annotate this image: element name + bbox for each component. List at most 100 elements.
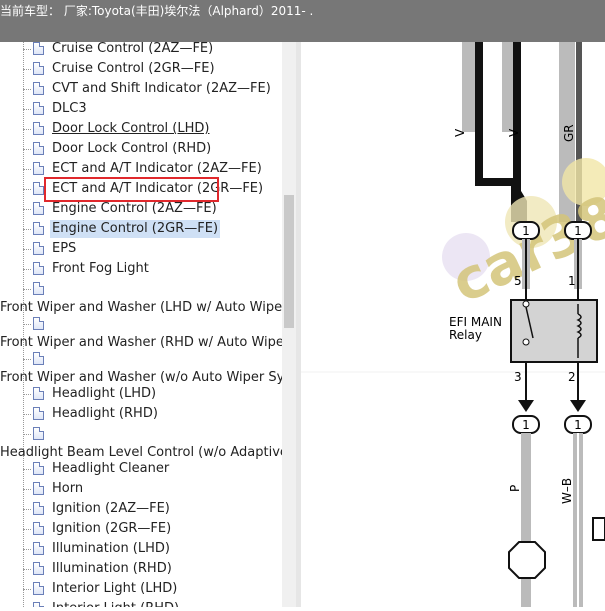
tree-item-label: Door Lock Control (LHD) [52, 121, 210, 136]
document-icon [33, 562, 44, 575]
tree-item-label: Door Lock Control (RHD) [52, 141, 212, 156]
tree-branch-line [23, 414, 31, 415]
document-icon [33, 102, 44, 115]
tree-branch-line [23, 489, 31, 490]
wire-label-bottom-left: P [508, 485, 522, 492]
tree-branch-line [23, 529, 31, 530]
tree-branch-line [23, 589, 31, 590]
tree-item-label: Engine Control (2AZ—FE) [52, 201, 217, 216]
tree-branch-line [23, 269, 31, 270]
tree-branch-line [23, 169, 31, 170]
tree-item-label: Illumination (LHD) [52, 541, 170, 556]
tree-item-label: Front Fog Light [52, 261, 149, 276]
document-icon [33, 317, 44, 330]
document-icon [33, 62, 44, 75]
document-icon [33, 387, 44, 400]
tree-branch-line [23, 249, 31, 250]
document-icon [33, 522, 44, 535]
tree-branch-line [23, 289, 31, 290]
svg-text:1: 1 [574, 224, 582, 238]
document-icon [33, 462, 44, 475]
wire-label-bottom-right: W–B [560, 478, 574, 504]
tree-branch-line [23, 89, 31, 90]
tree-branch-line [23, 229, 31, 230]
tree-item-label: Headlight (RHD) [52, 406, 158, 421]
tree-branch-line [23, 549, 31, 550]
document-icon [33, 542, 44, 555]
wire-label-top-left: V [453, 128, 467, 137]
tree-branch-line [23, 129, 31, 130]
pin-3: 3 [514, 370, 522, 384]
document-icon [33, 242, 44, 255]
tree-item-label: Horn [52, 481, 84, 496]
document-icon [33, 352, 44, 365]
tree-item-label: Ignition (2AZ—FE) [52, 501, 170, 516]
tree-item-label: Interior Light (LHD) [52, 581, 178, 596]
wiring-diagram: V V GR car38 1 1 5 1 EFI MAIN Relay 3 2 … [301, 42, 605, 607]
document-icon [33, 427, 44, 440]
tree-item-label: Headlight Cleaner [52, 461, 170, 476]
wire-p-segment [521, 433, 531, 607]
relay-name-line1: EFI MAIN [449, 315, 502, 329]
tree-branch-line [23, 109, 31, 110]
tree-item-label: Cruise Control (2GR—FE) [52, 61, 215, 76]
document-icon [33, 262, 44, 275]
tree-branch-line [23, 324, 31, 325]
document-icon [33, 502, 44, 515]
document-icon [33, 42, 44, 55]
circuit-tree[interactable]: Cruise Control (2AZ—FE) Cruise Control (2… [0, 42, 296, 607]
svg-text:1: 1 [522, 418, 530, 432]
tree-item-label: Headlight (LHD) [52, 386, 157, 401]
tree-branch-line [23, 569, 31, 570]
tree-item-label: Ignition (2GR—FE) [52, 521, 172, 536]
tree-branch-line [23, 434, 31, 435]
tree-item-label: Cruise Control (2AZ—FE) [52, 42, 214, 56]
document-icon [33, 142, 44, 155]
svg-text:1: 1 [574, 418, 582, 432]
wire-label-top-mid: V [507, 128, 521, 137]
pin-1: 1 [568, 274, 576, 288]
document-icon [33, 582, 44, 595]
tree-branch-line [23, 394, 31, 395]
document-icon [33, 182, 44, 195]
connector-1-left: 1 [512, 221, 540, 240]
tree-item-label: Illumination (RHD) [52, 561, 172, 576]
ground-octagon [508, 541, 546, 579]
tree-item-label: DLC3 [52, 101, 87, 116]
wire-label-top-right: GR [562, 124, 576, 142]
efi-main-relay [510, 299, 598, 363]
document-icon [33, 122, 44, 135]
document-icon [33, 82, 44, 95]
document-icon [33, 602, 44, 607]
tree-branch-line [23, 209, 31, 210]
tree-branch-line [23, 49, 31, 50]
tree-branch-line [23, 69, 31, 70]
document-icon [33, 222, 44, 235]
tree-item-label: CVT and Shift Indicator (2AZ—FE) [52, 81, 271, 96]
tree-item-label: Front Wiper and Washer (LHD w/ Auto Wipe… [0, 300, 288, 315]
tree-item-label: Front Wiper and Washer (RHD w/ Auto Wipe… [0, 335, 290, 350]
tree-scrollbar-thumb[interactable] [284, 195, 294, 328]
tree-branch-line [23, 149, 31, 150]
tree-branch-line [23, 359, 31, 360]
tree-item-label: Interior Light (RHD) [52, 600, 179, 607]
tree-branch-line [23, 509, 31, 510]
side-connector [592, 517, 605, 541]
pin-2: 2 [568, 370, 576, 384]
window-title: 当前车型： 厂家:Toyota(丰田)埃尔法（Alphard）2011- . [0, 4, 314, 18]
document-icon [33, 482, 44, 495]
tree-item-label: ECT and A/T Indicator (2AZ—FE) [52, 161, 262, 176]
document-icon [33, 282, 44, 295]
svg-text:1: 1 [522, 224, 530, 238]
window-title-bar: 当前车型： 厂家:Toyota(丰田)埃尔法（Alphard）2011- . [0, 0, 605, 42]
tree-item-label: EPS [52, 241, 77, 256]
tree-branch-line [23, 189, 31, 190]
tree-item-label: Engine Control (2GR—FE) [50, 220, 221, 238]
wiring-diagram-canvas: V V GR car38 1 1 5 1 EFI MAIN Relay 3 2 … [301, 42, 605, 607]
selection-highlight-box [44, 177, 219, 202]
document-icon [33, 162, 44, 175]
pin-5: 5 [514, 274, 522, 288]
document-icon [33, 407, 44, 420]
tree-branch-line [23, 469, 31, 470]
connector-1-bottom-left: 1 [512, 415, 540, 434]
